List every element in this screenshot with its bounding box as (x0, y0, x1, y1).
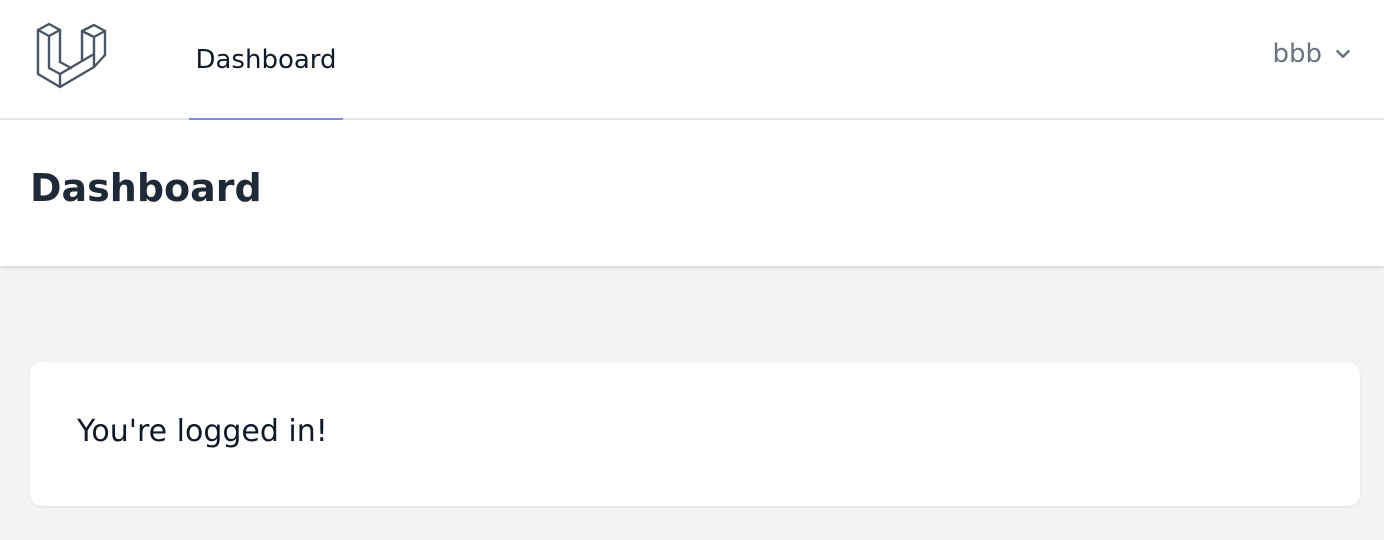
logged-in-message: You're logged in! (77, 414, 328, 449)
nav-link-dashboard[interactable]: Dashboard (189, 0, 343, 122)
laravel-logo-icon[interactable] (36, 18, 108, 90)
content-card: You're logged in! (30, 362, 1360, 506)
user-menu-dropdown[interactable]: bbb (1272, 36, 1354, 72)
user-name[interactable]: bbb (1272, 39, 1322, 69)
page-title: Dashboard (30, 166, 262, 210)
page-header: Dashboard (0, 120, 1384, 266)
top-navigation: Dashboard bbb (0, 0, 1384, 122)
chevron-down-icon[interactable] (1332, 43, 1354, 65)
